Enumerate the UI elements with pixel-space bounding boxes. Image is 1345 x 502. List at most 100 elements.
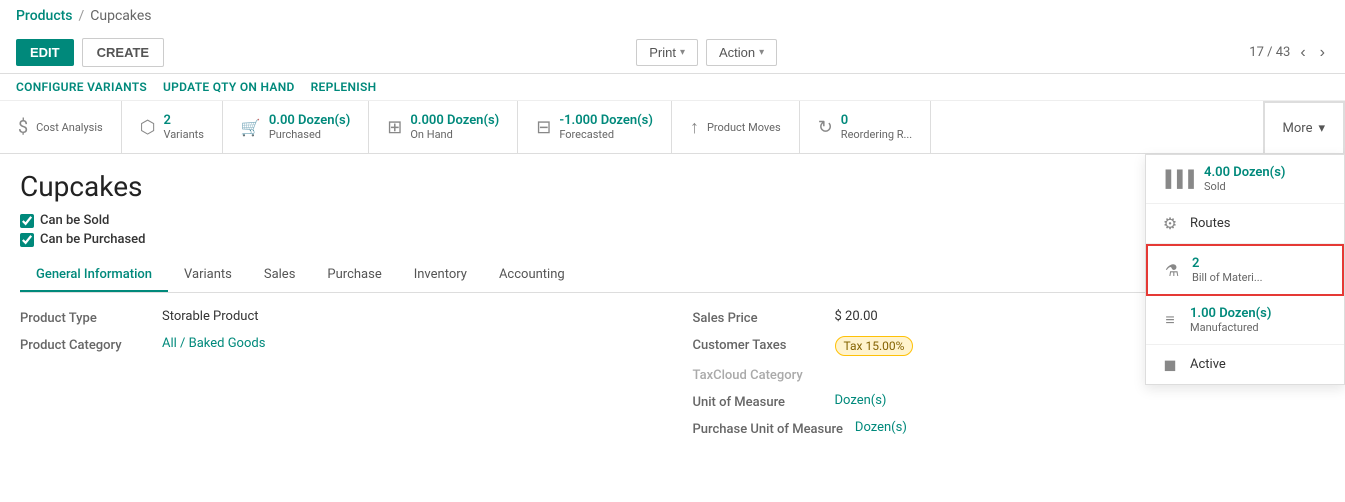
sold-label: Sold bbox=[1204, 180, 1285, 193]
manufactured-value: 1.00 Dozen(s) bbox=[1190, 306, 1271, 321]
can-be-sold-label: Can be Sold bbox=[40, 213, 109, 228]
sold-value: 4.00 Dozen(s) bbox=[1204, 165, 1285, 180]
print-button[interactable]: Print ▾ bbox=[636, 39, 698, 66]
action-bar: CONFIGURE VARIANTS UPDATE QTY ON HAND RE… bbox=[0, 74, 1345, 101]
more-item-sold[interactable]: ▐▐▐ 4.00 Dozen(s) Sold bbox=[1146, 155, 1344, 204]
action-chevron: ▾ bbox=[759, 47, 764, 58]
tab-accounting[interactable]: Accounting bbox=[483, 259, 581, 292]
product-category-row: Product Category All / Baked Goods bbox=[20, 336, 653, 353]
variants-icon: ⬡ bbox=[140, 117, 156, 138]
dollar-icon: $ bbox=[18, 117, 28, 138]
uom-label: Unit of Measure bbox=[693, 393, 823, 410]
product-category-value[interactable]: All / Baked Goods bbox=[162, 336, 265, 351]
taxcloud-label: TaxCloud Category bbox=[693, 366, 823, 383]
edit-button[interactable]: EDIT bbox=[16, 39, 74, 66]
more-button[interactable]: More ▾ bbox=[1263, 101, 1345, 153]
product-type-value: Storable Product bbox=[162, 309, 259, 324]
next-page-button[interactable]: › bbox=[1316, 42, 1329, 64]
product-moves-icon: ↑ bbox=[690, 117, 699, 138]
can-be-sold-row: Can be Sold bbox=[20, 213, 1325, 228]
customer-taxes-badge: Tax 15.00% bbox=[835, 336, 914, 356]
reordering-icon: ↻ bbox=[818, 117, 833, 138]
customer-taxes-label: Customer Taxes bbox=[693, 336, 823, 353]
uom-value[interactable]: Dozen(s) bbox=[835, 393, 887, 408]
on-hand-value: 0.000 Dozen(s) bbox=[410, 113, 499, 128]
tabs: General Information Variants Sales Purch… bbox=[20, 259, 1325, 293]
header-center: Print ▾ Action ▾ bbox=[636, 39, 777, 66]
tab-purchase[interactable]: Purchase bbox=[311, 259, 397, 292]
smart-btn-reordering[interactable]: ↻ 0 Reordering R... bbox=[800, 101, 932, 153]
product-moves-label: Product Moves bbox=[707, 121, 781, 134]
smart-btn-on-hand[interactable]: ⊞ 0.000 Dozen(s) On Hand bbox=[369, 101, 518, 153]
reordering-value: 0 bbox=[841, 113, 912, 128]
more-chevron: ▾ bbox=[1318, 121, 1325, 136]
product-form: Cupcakes Can be Sold Can be Purchased Ge… bbox=[0, 154, 1345, 463]
general-info-section: Product Type Storable Product Product Ca… bbox=[20, 309, 1325, 447]
product-type-label: Product Type bbox=[20, 309, 150, 326]
tab-inventory[interactable]: Inventory bbox=[398, 259, 483, 292]
update-qty-link[interactable]: UPDATE QTY ON HAND bbox=[163, 80, 295, 94]
more-item-active[interactable]: ◼ Active bbox=[1146, 345, 1344, 384]
breadcrumb-parent[interactable]: Products bbox=[16, 8, 73, 24]
pagination: 17 / 43 ‹ › bbox=[1249, 42, 1329, 64]
cart-icon: 🛒 bbox=[241, 118, 261, 137]
purchased-value: 0.00 Dozen(s) bbox=[269, 113, 350, 128]
product-type-row: Product Type Storable Product bbox=[20, 309, 653, 326]
uom-row: Unit of Measure Dozen(s) bbox=[693, 393, 1326, 410]
forecasted-icon: ⊟ bbox=[536, 117, 551, 138]
routes-gear-icon: ⚙ bbox=[1160, 214, 1180, 233]
create-button[interactable]: CREATE bbox=[82, 38, 164, 67]
smart-btn-variants[interactable]: ⬡ 2 Variants bbox=[122, 101, 223, 153]
more-item-manufactured[interactable]: ≡ 1.00 Dozen(s) Manufactured bbox=[1146, 296, 1344, 345]
on-hand-label: On Hand bbox=[410, 128, 499, 141]
left-column: Product Type Storable Product Product Ca… bbox=[20, 309, 653, 447]
purchased-label: Purchased bbox=[269, 128, 350, 141]
reordering-label: Reordering R... bbox=[841, 128, 912, 141]
configure-variants-link[interactable]: CONFIGURE VARIANTS bbox=[16, 80, 147, 94]
variants-label: Variants bbox=[163, 128, 203, 141]
on-hand-icon: ⊞ bbox=[387, 117, 402, 138]
purchase-uom-label: Purchase Unit of Measure bbox=[693, 420, 843, 437]
active-icon: ◼ bbox=[1160, 355, 1180, 374]
smart-buttons-wrapper: $ Cost Analysis ⬡ 2 Variants 🛒 0.00 Doze… bbox=[0, 101, 1345, 154]
purchase-uom-row: Purchase Unit of Measure Dozen(s) bbox=[693, 420, 1326, 437]
smart-buttons: $ Cost Analysis ⬡ 2 Variants 🛒 0.00 Doze… bbox=[0, 101, 1345, 154]
bom-label: Bill of Materi... bbox=[1192, 271, 1263, 284]
more-item-bom[interactable]: ⚗ 2 Bill of Materi... bbox=[1146, 244, 1344, 296]
sales-price-value: $ 20.00 bbox=[835, 309, 878, 324]
variants-value: 2 bbox=[163, 113, 203, 128]
manufactured-icon: ≡ bbox=[1160, 310, 1180, 330]
bom-flask-icon: ⚗ bbox=[1162, 261, 1182, 280]
smart-btn-cost-analysis[interactable]: $ Cost Analysis bbox=[0, 101, 122, 153]
can-be-purchased-row: Can be Purchased bbox=[20, 232, 1325, 247]
can-be-purchased-checkbox[interactable] bbox=[20, 233, 34, 247]
cost-analysis-label: Cost Analysis bbox=[36, 121, 103, 134]
product-title: Cupcakes bbox=[20, 170, 1325, 203]
more-dropdown: ▐▐▐ 4.00 Dozen(s) Sold ⚙ Routes ⚗ 2 Bill… bbox=[1145, 154, 1345, 385]
breadcrumb-current: Cupcakes bbox=[90, 8, 151, 24]
replenish-link[interactable]: REPLENISH bbox=[311, 80, 377, 94]
smart-btn-product-moves[interactable]: ↑ Product Moves bbox=[672, 101, 800, 153]
can-be-purchased-label: Can be Purchased bbox=[40, 232, 145, 247]
purchase-uom-value[interactable]: Dozen(s) bbox=[855, 420, 907, 435]
tab-general-information[interactable]: General Information bbox=[20, 259, 168, 292]
print-chevron: ▾ bbox=[680, 47, 685, 58]
bar-chart-icon: ▐▐▐ bbox=[1160, 169, 1194, 189]
forecasted-label: Forecasted bbox=[559, 128, 653, 141]
more-item-routes[interactable]: ⚙ Routes bbox=[1146, 204, 1344, 244]
breadcrumb: Products / Cupcakes bbox=[0, 0, 1345, 32]
tab-variants[interactable]: Variants bbox=[168, 259, 248, 292]
action-button[interactable]: Action ▾ bbox=[706, 39, 777, 66]
smart-btn-forecasted[interactable]: ⊟ -1.000 Dozen(s) Forecasted bbox=[518, 101, 672, 153]
header-bar: EDIT CREATE Print ▾ Action ▾ 17 / 43 ‹ › bbox=[0, 32, 1345, 74]
breadcrumb-separator: / bbox=[79, 8, 85, 24]
routes-label: Routes bbox=[1190, 216, 1230, 231]
manufactured-label: Manufactured bbox=[1190, 321, 1271, 334]
product-category-label: Product Category bbox=[20, 336, 150, 353]
prev-page-button[interactable]: ‹ bbox=[1296, 42, 1309, 64]
tab-sales[interactable]: Sales bbox=[248, 259, 312, 292]
can-be-sold-checkbox[interactable] bbox=[20, 214, 34, 228]
active-label: Active bbox=[1190, 357, 1226, 372]
forecasted-value: -1.000 Dozen(s) bbox=[559, 113, 653, 128]
smart-btn-purchased[interactable]: 🛒 0.00 Dozen(s) Purchased bbox=[223, 101, 369, 153]
